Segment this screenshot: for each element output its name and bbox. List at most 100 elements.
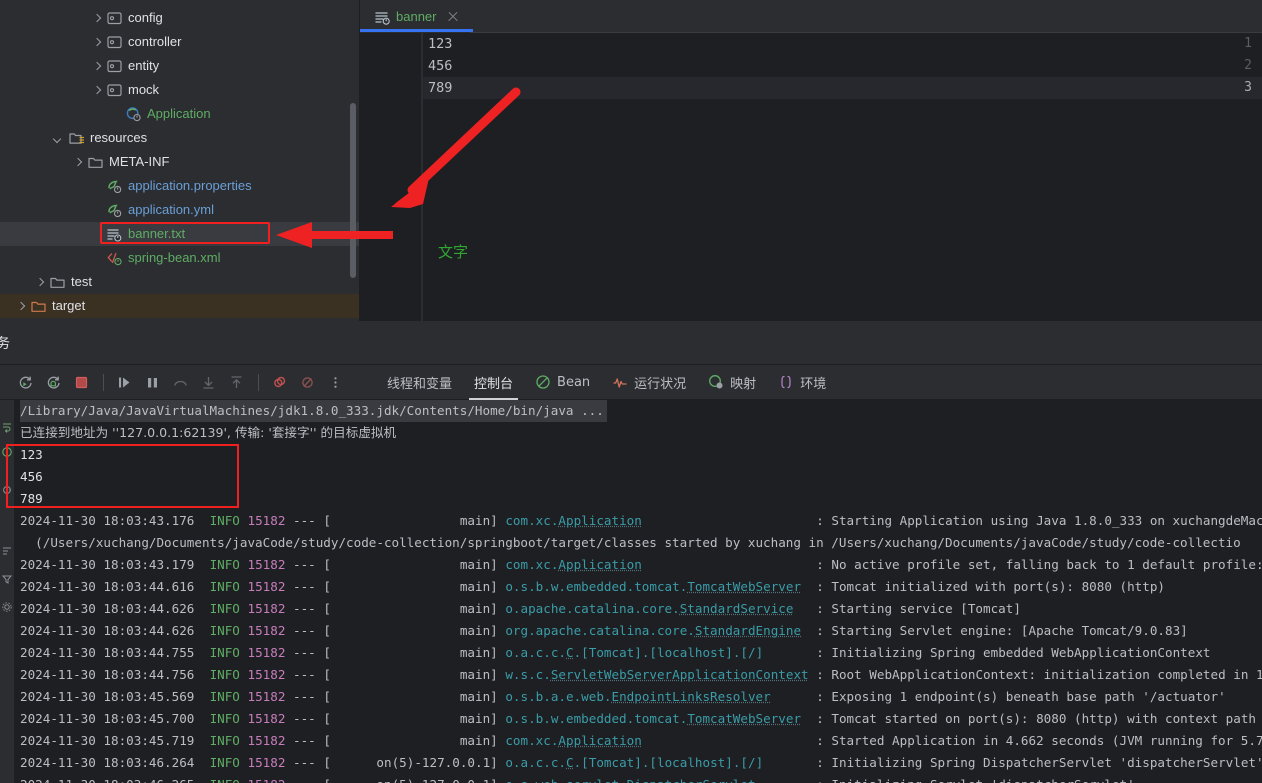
chevron-right-icon[interactable] — [14, 300, 27, 313]
close-icon[interactable] — [446, 10, 460, 24]
wrap-text-icon[interactable] — [1, 544, 13, 556]
services-header: 务 — [0, 321, 1262, 365]
code-editor[interactable]: 1 123 2 456 3 789 文字 — [360, 33, 1262, 321]
resume-button[interactable] — [111, 369, 137, 395]
code-line: 123 — [428, 36, 453, 52]
mute-breakpoints-button[interactable] — [294, 369, 320, 395]
console-log-line: 2024-11-30 18:03:45.700 INFO 15182 --- [… — [20, 711, 1262, 726]
pause-button[interactable] — [139, 369, 165, 395]
tab-映射[interactable]: 映射 — [697, 365, 767, 400]
console-log-line: 2024-11-30 18:03:44.756 INFO 15182 --- [… — [20, 667, 1262, 682]
console-log-line: 2024-11-30 18:03:46.265 INFO 15182 --- [… — [20, 774, 1135, 783]
tree-item-spring-bean-xml[interactable]: spring-bean.xml — [0, 246, 359, 270]
tab-控制台[interactable]: 控制台 — [463, 365, 524, 400]
step-over-button[interactable] — [167, 369, 193, 395]
step-out-button[interactable] — [223, 369, 249, 395]
tree-item-label: target — [52, 298, 86, 313]
view-breakpoints-button[interactable] — [266, 369, 292, 395]
tab-环境[interactable]: 环境 — [767, 365, 837, 400]
console-side-strip[interactable] — [0, 400, 14, 783]
tab-运行状况[interactable]: 运行状况 — [601, 365, 697, 400]
tree-item-label: spring-bean.xml — [128, 250, 221, 265]
tab-label: 线程和变量 — [387, 376, 453, 392]
console-log-line: 2024-11-30 18:03:43.179 INFO 15182 --- [… — [20, 557, 1262, 572]
line-number-gutter — [360, 33, 422, 321]
tab-label: 运行状况 — [634, 376, 687, 392]
tab-Bean[interactable]: Bean — [524, 365, 601, 400]
project-tree-panel[interactable]: config controller entity mock Application res… — [0, 0, 360, 321]
resources-folder-icon — [68, 130, 85, 146]
package-folder-icon — [106, 10, 123, 26]
tree-item-label: resources — [90, 130, 148, 145]
excluded-folder-icon — [30, 298, 47, 314]
code-line: 456 — [428, 58, 453, 74]
scroll-to-end-icon[interactable] — [1, 445, 13, 457]
console-log-line: 2024-11-30 18:03:44.626 INFO 15182 --- [… — [20, 601, 1021, 616]
tree-item-meta-inf[interactable]: META-INF — [0, 150, 359, 174]
chevron-right-icon[interactable] — [90, 36, 103, 49]
print-icon[interactable] — [1, 483, 13, 495]
spring-class-icon — [125, 106, 142, 122]
console-log-line: 2024-11-30 18:03:45.719 INFO 15182 --- [… — [20, 733, 1262, 748]
tree-item-target[interactable]: target — [0, 294, 359, 318]
tree-item-test[interactable]: test — [0, 270, 359, 294]
chevron-right-icon[interactable] — [90, 84, 103, 97]
tree-item-label: entity — [128, 58, 160, 73]
console-output[interactable]: /Library/Java/JavaVirtualMachines/jdk1.8… — [14, 400, 1262, 783]
chevron-right-icon[interactable] — [33, 276, 46, 289]
chevron-right-icon[interactable] — [90, 12, 103, 25]
step-into-button[interactable] — [195, 369, 221, 395]
tree-item-application-yml[interactable]: application.yml — [0, 198, 359, 222]
health-icon — [612, 374, 628, 390]
tab-label: 映射 — [730, 376, 757, 392]
console-banner-line: 123 — [20, 447, 43, 462]
environment-icon — [778, 374, 794, 390]
services-title: 务 — [0, 335, 10, 352]
tab-label: 环境 — [800, 376, 827, 392]
services-panel: 务 线程和变量 控制台 Bean 运行状况 映射 环境 /Library/Java — [0, 321, 1262, 783]
tab-线程和变量[interactable]: 线程和变量 — [376, 365, 463, 400]
tree-scrollbar[interactable] — [350, 103, 356, 278]
toolbar-separator — [258, 373, 259, 391]
tree-item-entity[interactable]: entity — [0, 54, 359, 78]
tree-item-mock[interactable]: mock — [0, 78, 359, 102]
tree-item-config[interactable]: config — [0, 6, 359, 30]
editor-panel: banner 1 123 2 456 3 789 文字 — [360, 0, 1262, 321]
stop-button[interactable] — [68, 369, 94, 395]
package-folder-icon — [106, 58, 123, 74]
chevron-right-icon[interactable] — [90, 60, 103, 73]
top-area: config controller entity mock Application res… — [0, 0, 1262, 321]
tree-item-banner-txt[interactable]: banner.txt — [0, 222, 359, 246]
more-options-button[interactable] — [322, 369, 348, 395]
tree-item-controller[interactable]: controller — [0, 30, 359, 54]
tree-item-application-properties[interactable]: application.properties — [0, 174, 359, 198]
settings-icon[interactable] — [1, 600, 13, 612]
tree-item-resources[interactable]: resources — [0, 126, 359, 150]
tree-item-application[interactable]: Application — [0, 102, 359, 126]
tree-item-label: mock — [128, 82, 160, 97]
tree-item-label: controller — [128, 34, 182, 49]
ide-window: config controller entity mock Application res… — [0, 0, 1262, 783]
rerun-button[interactable] — [12, 369, 38, 395]
console-log-line: 2024-11-30 18:03:46.264 INFO 15182 --- [… — [20, 755, 1262, 770]
debug-toolbar[interactable]: 线程和变量 控制台 Bean 运行状况 映射 环境 — [0, 365, 1262, 400]
console-log-line: 2024-11-30 18:03:44.755 INFO 15182 --- [… — [20, 645, 1211, 660]
filter-icon[interactable] — [1, 572, 13, 584]
console-log-line: 2024-11-30 18:03:43.176 INFO 15182 --- [… — [20, 513, 1262, 528]
toolbar-separator — [103, 373, 104, 391]
debug-rerun-button[interactable] — [40, 369, 66, 395]
tree-item-label: META-INF — [109, 154, 170, 169]
package-folder-icon — [106, 82, 123, 98]
chevron-right-icon[interactable] — [71, 156, 84, 169]
chevron-down-icon[interactable] — [52, 132, 65, 145]
text-file-icon — [106, 226, 123, 242]
console-log-line: 2024-11-30 18:03:44.616 INFO 15182 --- [… — [20, 579, 1165, 594]
line-number: 2 — [1244, 58, 1252, 73]
caret-row-highlight — [360, 77, 1262, 99]
console-banner-line: 789 — [20, 491, 43, 506]
soft-wrap-icon[interactable] — [1, 420, 13, 433]
